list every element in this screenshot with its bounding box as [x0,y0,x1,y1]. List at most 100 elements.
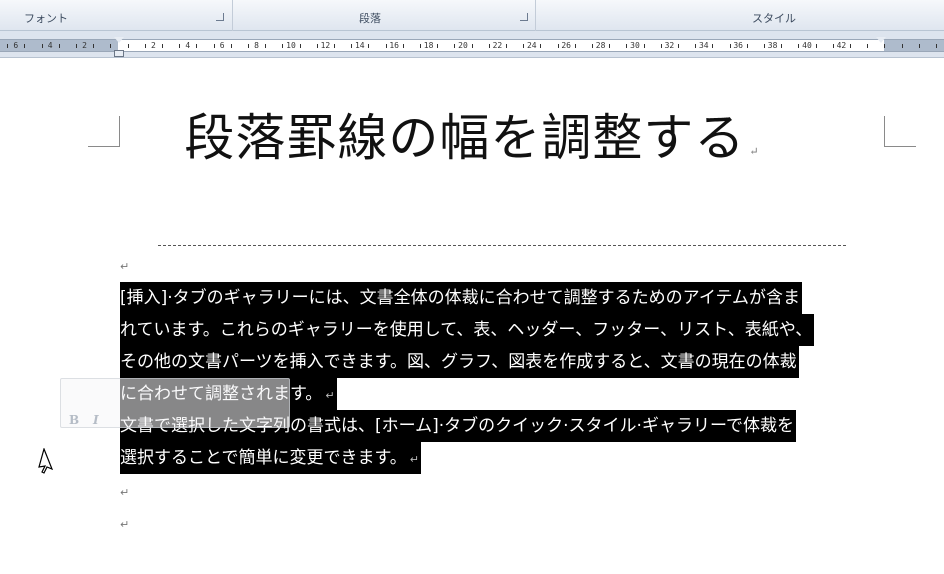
mini-toolbar[interactable]: B I [60,378,290,428]
first-line-indent-marker[interactable] [114,37,124,43]
ruler-tick [609,44,611,48]
ruler-tick [867,44,869,48]
ruler-tick [368,44,370,48]
bold-button[interactable]: B [69,413,79,427]
ruler-number: 2 [150,41,156,50]
ruler-tick [420,44,421,48]
ruler-tick [523,44,525,48]
document-title-text: 段落罫線の幅を調整する [184,109,746,167]
ruler-tick [179,44,181,48]
ruler-tick [712,44,714,48]
ruler-tick [58,44,60,48]
ruler-tick [351,44,353,48]
ruler-tick [76,44,77,48]
ruler-tick [832,44,834,48]
ribbon-group-styles: スタイル [536,0,944,31]
paragraph-mark-icon: ↵ [120,260,130,273]
ruler-number: 24 [526,41,537,50]
ruler-tick [506,44,507,48]
ruler-tick [540,44,542,48]
ruler-number: 40 [802,41,812,50]
ruler-number: 2 [82,41,88,50]
ruler-number: 22 [492,41,503,50]
ruler-tick [660,44,662,48]
ruler-number: 12 [320,41,331,50]
ruler-tick [437,44,439,48]
ruler-number: 4 [185,41,191,50]
ruler-number: 16 [389,41,400,50]
paragraph-border-line[interactable] [158,245,846,246]
ruler-tick [230,44,232,48]
ruler-number: 14 [354,41,365,50]
ruler-tick [488,44,490,48]
selected-text-content: 選択することで簡単に変更できます。 [120,448,407,468]
ruler-tick [781,44,783,48]
ruler-number: 34 [698,41,709,50]
ruler-tick [41,44,43,48]
ruler-tick [196,44,198,48]
ruler-number: 32 [664,41,675,50]
ruler-tick [385,44,387,48]
ruler-number: 28 [595,41,606,50]
selected-text-line: [挿入]·タブのギャラリーには、文書全体の体裁に合わせて調整するためのアイテムが… [120,282,802,314]
ruler-number: 4 [47,41,53,50]
ruler-tick [162,44,163,48]
ruler-tick [7,44,9,48]
document-title[interactable]: 段落罫線の幅を調整する ↵ [0,108,944,182]
ruler-tick [93,44,95,48]
ribbon-group-label: 段落 [359,12,381,25]
ruler-number: 20 [458,41,468,50]
ruler-tick [248,44,249,48]
ruler-right-margin [884,40,944,51]
ruler-number: 36 [733,41,744,50]
ruler-tick [626,44,628,48]
ruler-number: 42 [836,41,847,50]
ruler-tick [334,44,335,48]
right-indent-marker[interactable] [876,37,886,43]
ruler-number: 10 [286,41,296,50]
ruler-number: 26 [561,41,572,50]
font-dialog-launcher-icon[interactable] [216,13,224,21]
horizontal-ruler[interactable]: 6 4 2 2 4 6 8 10 12 14 16 18 20 22 24 26 28 30 32 34 36 38 40 4… [0,31,944,58]
ruler-tick [798,44,800,48]
ruler-tick [316,44,318,48]
ribbon-group-label: フォント [24,12,68,25]
ruler-tick [557,44,559,48]
paragraph-mark-icon: ↵ [120,486,130,499]
ruler-tick [110,44,112,48]
paragraph-mark-icon: ↵ [325,389,335,402]
ruler-tick [918,44,920,48]
ruler-number: 38 [767,41,778,50]
paragraph-dialog-launcher-icon[interactable] [520,13,528,21]
ruler-tick [936,44,937,48]
ruler-tick [746,44,748,48]
ruler-tick [24,44,26,48]
arrow-pointer-icon [38,448,54,474]
ruler-number: 8 [254,41,260,50]
paragraph-mark-icon: ↵ [409,453,420,466]
ruler-tick [454,44,456,48]
ruler-tick [471,44,473,48]
ruler-number: 6 [219,41,225,50]
ruler-tick [729,44,731,48]
ruler-tick [901,44,903,48]
ribbon-group-paragraph: 段落 [233,0,536,31]
ruler-tick [678,44,679,48]
ruler-tick [127,44,129,48]
selected-text-line: 選択することで簡単に変更できます。 ↵ [120,442,422,474]
ribbon-group-font: フォント [0,0,233,31]
ruler-strip: 6 4 2 2 4 6 8 10 12 14 16 18 20 22 24 26 28 30 32 34 36 38 40 4… [0,39,944,52]
ruler-tick [213,44,215,48]
ruler-tick [850,44,851,48]
ribbon-group-bar: フォント 段落 スタイル [0,0,944,31]
paragraph-mark-icon: ↵ [120,518,130,531]
ruler-tick [282,44,284,48]
ruler-number: 30 [630,41,640,50]
ribbon-group-label: スタイル [752,12,796,25]
left-indent-marker[interactable] [114,50,124,57]
ruler-tick [643,44,645,48]
ruler-tick [884,44,886,48]
ruler-tick [695,44,697,48]
italic-button[interactable]: I [93,413,99,427]
paragraph-mark-icon: ↵ [749,145,760,158]
